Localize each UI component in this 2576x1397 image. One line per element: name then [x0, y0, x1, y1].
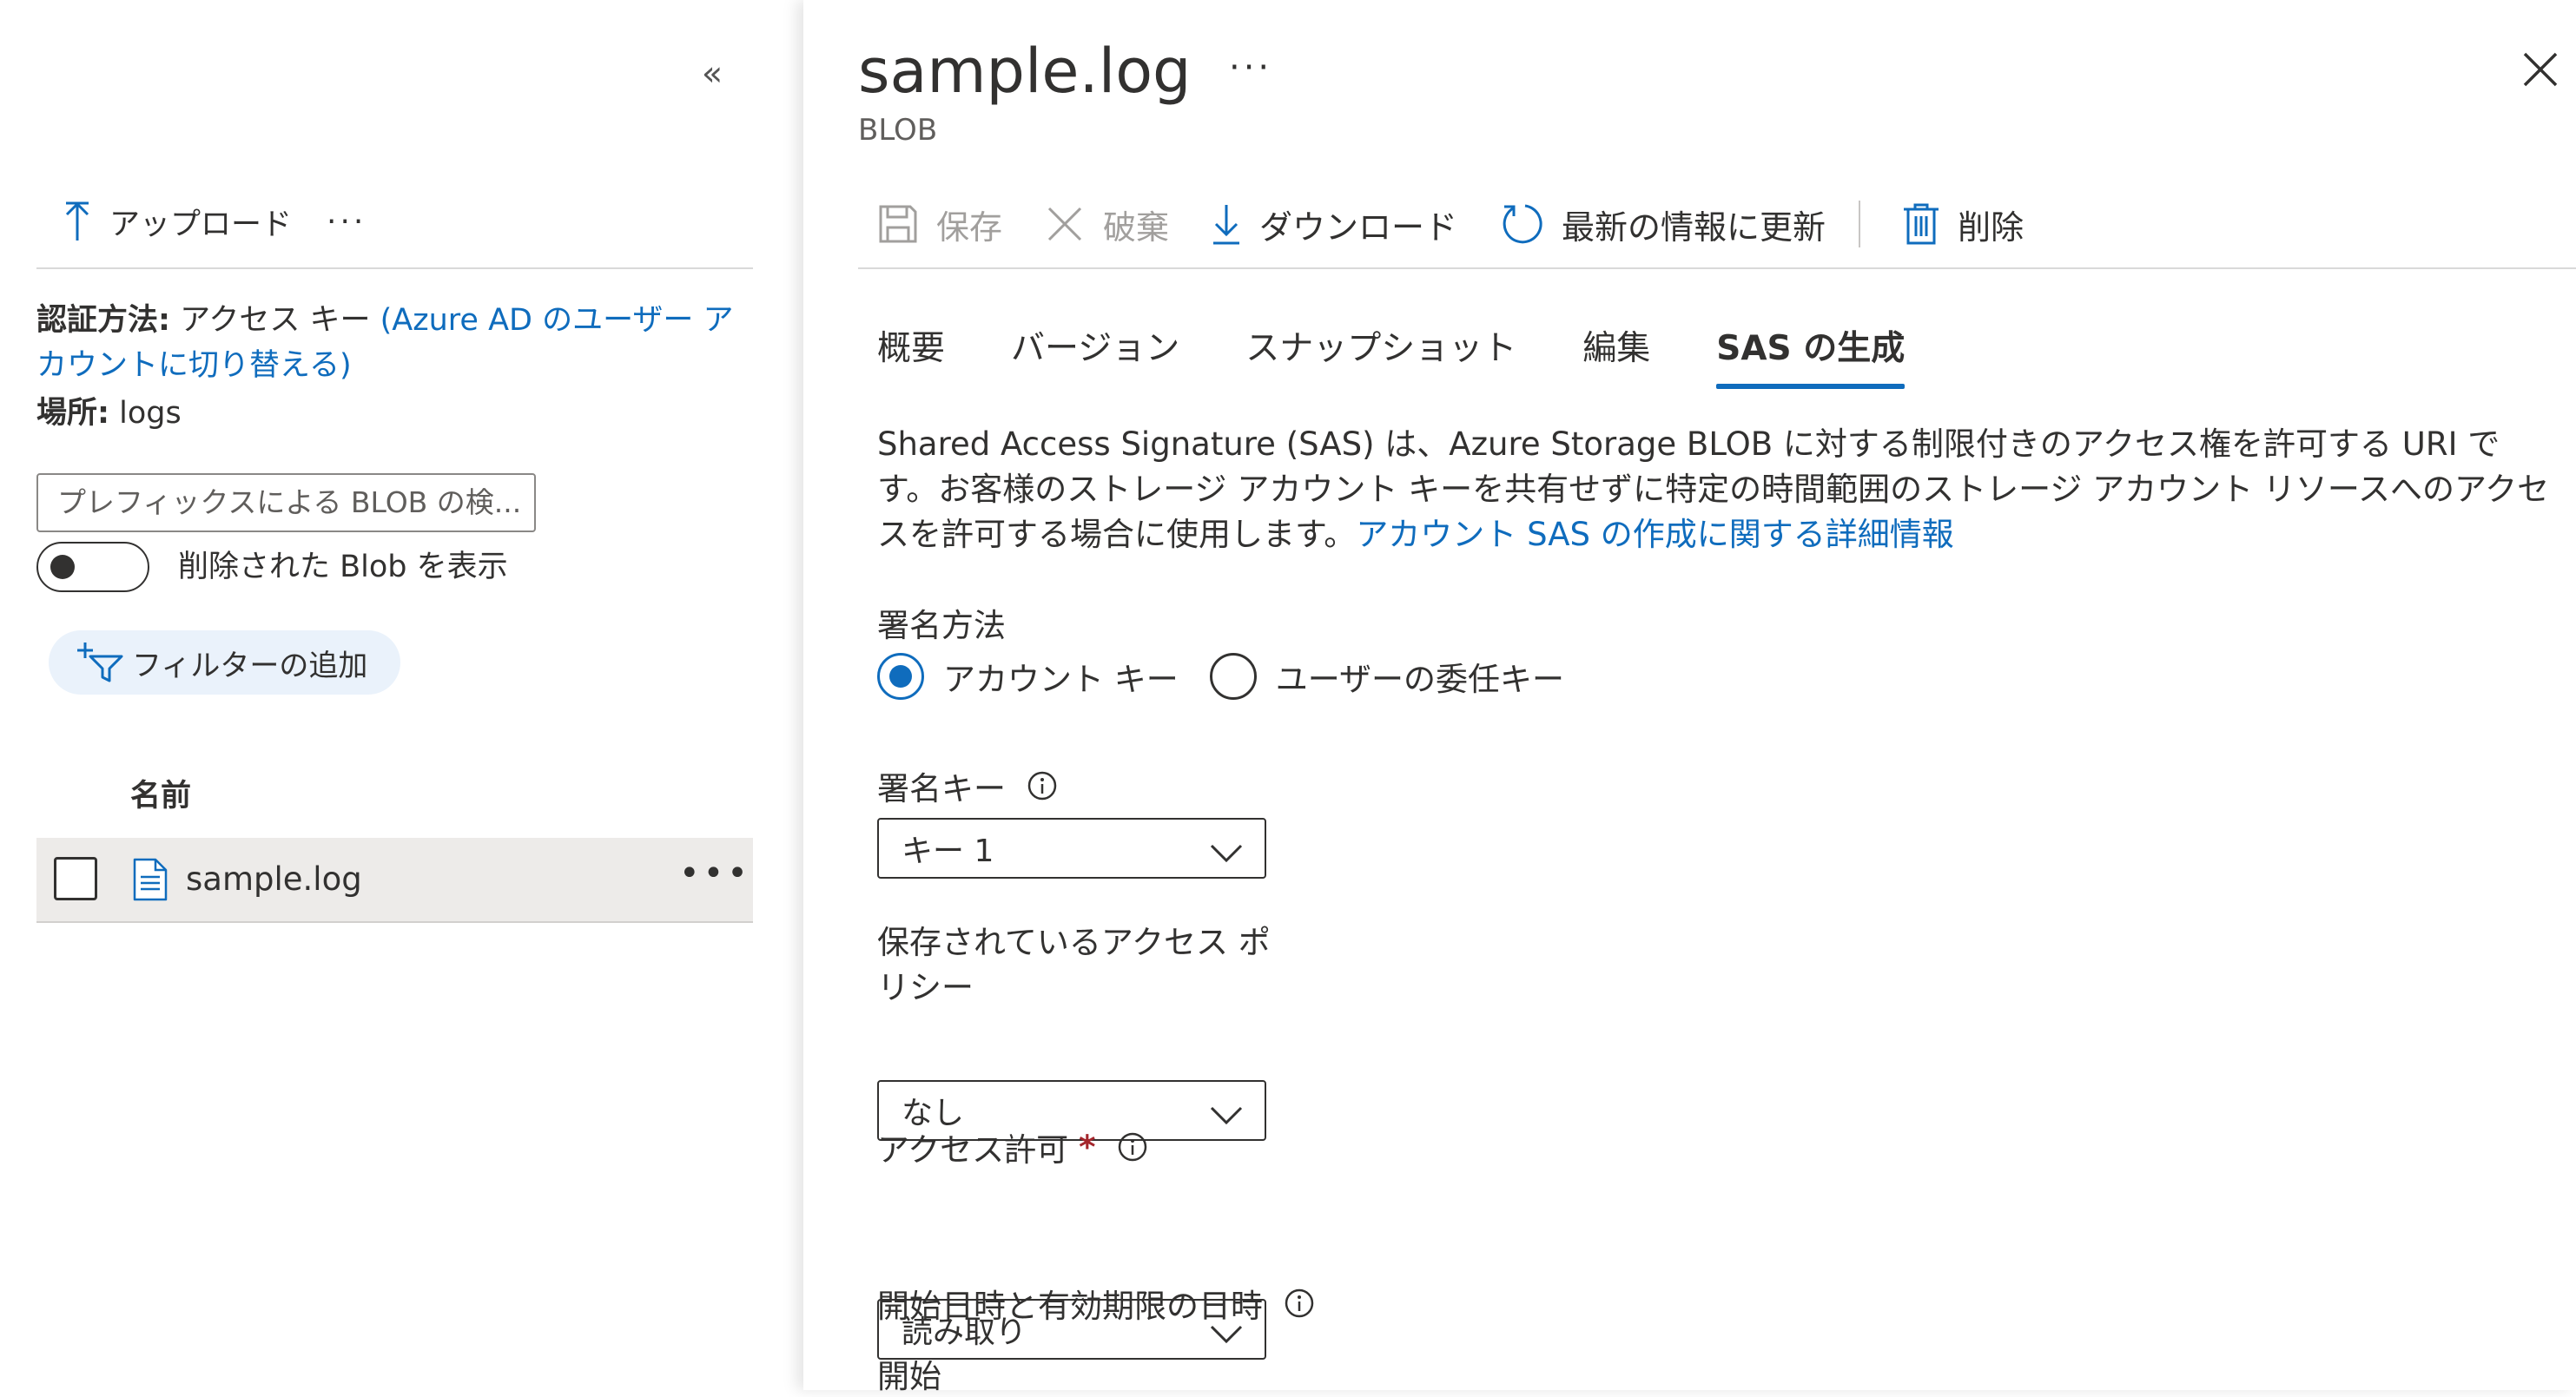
auth-method: 認証方法: アクセス キー (Azure AD のユーザー アカウントに切り替え…	[36, 298, 757, 388]
column-header-name[interactable]: 名前	[130, 771, 191, 815]
location-label: 場所:	[36, 396, 109, 431]
show-deleted-blobs-toggle[interactable]	[36, 542, 149, 592]
toggle-knob	[50, 555, 75, 579]
upload-arrow-icon	[56, 201, 99, 242]
tab-snapshots[interactable]: スナップショット	[1245, 321, 1516, 391]
divider	[36, 267, 753, 269]
radio-user-delegation-key[interactable]: ユーザーの委任キー	[1209, 653, 1565, 700]
blade-more-options-button[interactable]: ···	[1229, 48, 1272, 88]
signing-method-label: 署名方法	[877, 607, 1006, 644]
start-expiry-label-row: 開始日時と有効期限の日時	[877, 1280, 1315, 1327]
permissions-label-row: アクセス許可 *	[877, 1124, 1148, 1170]
download-icon	[1211, 203, 1242, 245]
table-row[interactable]: sample.log •••	[36, 838, 753, 923]
collapse-pane-button[interactable]: «	[690, 52, 734, 96]
command-separator	[1859, 201, 1861, 247]
radio-unselected-icon	[1209, 653, 1257, 700]
discard-label: 破棄	[1103, 208, 1170, 247]
save-label: 保存	[936, 208, 1003, 247]
info-icon[interactable]	[1284, 1288, 1315, 1319]
blade-title: sample.log	[858, 36, 1192, 107]
required-asterisk: *	[1079, 1128, 1096, 1166]
chevron-down-icon	[1209, 837, 1244, 873]
more-options-button[interactable]: ···	[327, 204, 367, 240]
blob-detail-blade: sample.log ··· BLOB 保存 破棄 ダウンロード 最新の情報に更…	[803, 0, 2576, 1395]
add-filter-icon	[76, 641, 125, 684]
signing-method-radio-group: アカウント キー ユーザーの委任キー	[877, 653, 1595, 700]
close-icon	[2523, 52, 2558, 87]
chevron-down-icon	[1209, 1099, 1244, 1135]
blob-prefix-search-input[interactable]: プレフィックスによる BLOB の検...	[36, 473, 536, 532]
add-filter-label: フィルターの追加	[132, 648, 368, 683]
signing-key-label-row: 署名キー	[877, 762, 1058, 809]
upload-button[interactable]: アップロード	[109, 200, 292, 244]
save-icon	[877, 203, 919, 245]
sas-description: Shared Access Signature (SAS) は、Azure St…	[877, 422, 2553, 557]
signing-key-label: 署名キー	[877, 770, 1006, 807]
tab-bar: 概要 バージョン スナップショット 編集 SAS の生成	[877, 321, 1971, 391]
auth-method-label: 認証方法:	[36, 303, 170, 338]
double-chevron-left-icon: «	[701, 54, 723, 94]
download-button[interactable]: ダウンロード	[1211, 201, 1457, 248]
document-file-icon	[132, 858, 168, 905]
stored-access-policy-label: 保存されているアクセス ポリシー	[877, 924, 1271, 1006]
info-icon[interactable]	[1117, 1131, 1148, 1163]
trash-icon	[1902, 202, 1940, 246]
save-button[interactable]: 保存	[877, 201, 1002, 248]
row-checkbox[interactable]	[54, 857, 97, 900]
radio-account-key[interactable]: アカウント キー	[877, 653, 1179, 700]
download-label: ダウンロード	[1259, 208, 1458, 247]
signing-key-dropdown[interactable]: キー 1	[877, 818, 1266, 879]
discard-x-icon	[1044, 203, 1086, 245]
refresh-button[interactable]: 最新の情報に更新	[1499, 201, 1826, 248]
location-value: logs	[109, 396, 182, 431]
info-icon[interactable]	[1027, 770, 1058, 801]
delete-button[interactable]: 削除	[1902, 201, 2024, 248]
radio-selected-icon	[877, 653, 924, 700]
command-bar: 保存 破棄 ダウンロード 最新の情報に更新 削除	[877, 194, 2065, 254]
discard-button[interactable]: 破棄	[1044, 201, 1169, 248]
location: 場所: logs	[36, 391, 182, 436]
row-more-options-button[interactable]: •••	[679, 853, 751, 893]
tab-versions[interactable]: バージョン	[1011, 321, 1179, 391]
add-filter-button[interactable]: フィルターの追加	[49, 630, 400, 695]
blade-subtitle: BLOB	[858, 113, 938, 148]
auth-method-value: アクセス キー	[170, 303, 380, 338]
signing-key-value: キー 1	[902, 834, 994, 869]
permissions-label: アクセス許可	[877, 1131, 1069, 1169]
blob-list-pane: « アップロード ··· 認証方法: アクセス キー (Azure AD のユー…	[0, 0, 803, 1390]
tab-overview[interactable]: 概要	[877, 321, 945, 391]
show-deleted-blobs-label: 削除された Blob を表示	[178, 550, 508, 584]
blob-name-link[interactable]: sample.log	[186, 855, 362, 904]
refresh-label: 最新の情報に更新	[1562, 208, 1826, 247]
delete-label: 削除	[1958, 208, 2024, 247]
radio-user-delegation-key-label: ユーザーの委任キー	[1275, 661, 1565, 698]
refresh-icon	[1499, 201, 1544, 247]
start-expiry-label: 開始日時と有効期限の日時	[877, 1288, 1263, 1325]
upload-toolbar: アップロード ···	[56, 200, 367, 243]
tab-edit[interactable]: 編集	[1582, 321, 1650, 391]
tab-generate-sas[interactable]: SAS の生成	[1716, 321, 1905, 391]
divider	[858, 267, 2576, 269]
radio-account-key-label: アカウント キー	[943, 661, 1179, 698]
account-sas-learn-more-link[interactable]: アカウント SAS の作成に関する詳細情報	[1356, 516, 1954, 553]
close-button[interactable]	[2514, 43, 2566, 96]
